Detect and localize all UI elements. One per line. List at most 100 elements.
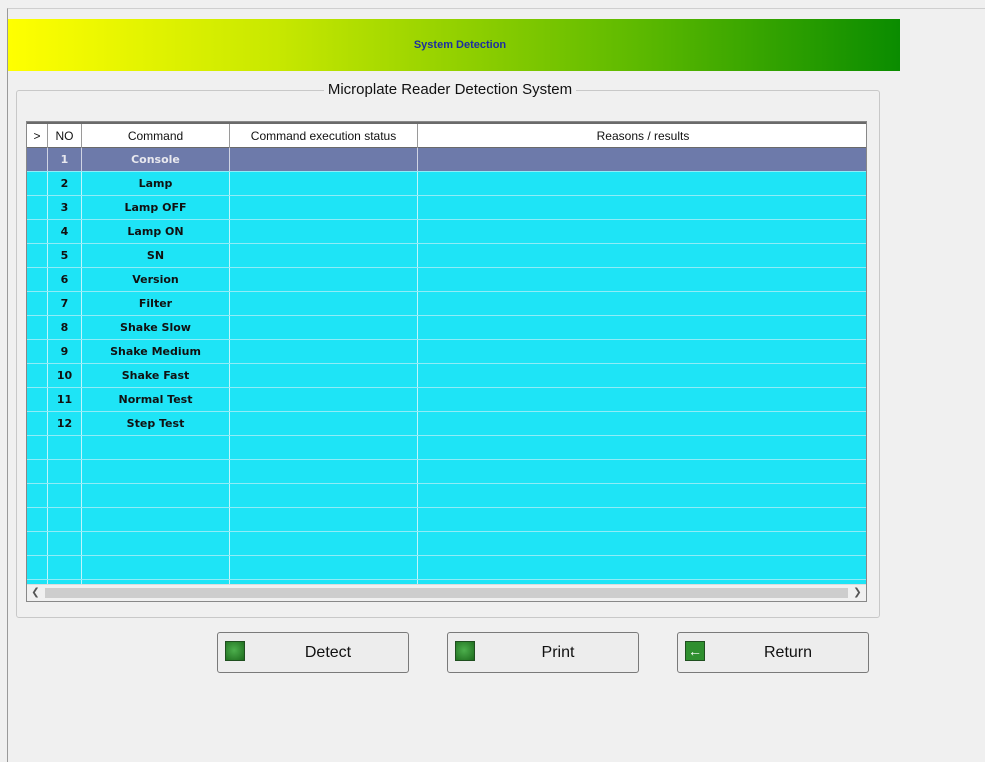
row-indicator[interactable] — [27, 340, 48, 363]
chevron-left-icon[interactable]: ❮ — [27, 585, 44, 601]
row-status[interactable] — [230, 340, 418, 363]
row-indicator[interactable] — [27, 508, 48, 531]
row-no[interactable]: 12 — [48, 412, 82, 435]
row-result[interactable] — [418, 388, 866, 411]
row-command[interactable]: Step Test — [82, 412, 230, 435]
row-no[interactable]: 9 — [48, 340, 82, 363]
table-row[interactable] — [27, 532, 866, 556]
row-indicator[interactable] — [27, 412, 48, 435]
row-status[interactable] — [230, 484, 418, 507]
row-status[interactable] — [230, 532, 418, 555]
row-no[interactable] — [48, 532, 82, 555]
row-result[interactable] — [418, 316, 866, 339]
row-status[interactable] — [230, 556, 418, 579]
table-row[interactable]: 5 SN — [27, 244, 866, 268]
row-indicator[interactable] — [27, 316, 48, 339]
row-no[interactable]: 6 — [48, 268, 82, 291]
row-indicator[interactable] — [27, 220, 48, 243]
row-no[interactable]: 8 — [48, 316, 82, 339]
row-result[interactable] — [418, 460, 866, 483]
detect-button[interactable]: Detect — [217, 632, 409, 673]
row-command[interactable]: Filter — [82, 292, 230, 315]
row-status[interactable] — [230, 316, 418, 339]
row-result[interactable] — [418, 412, 866, 435]
table-row[interactable]: 12 Step Test — [27, 412, 866, 436]
table-row[interactable]: 1 Console — [27, 148, 866, 172]
row-command[interactable]: Lamp ON — [82, 220, 230, 243]
row-indicator[interactable] — [27, 484, 48, 507]
row-result[interactable] — [418, 364, 866, 387]
header-no[interactable]: NO — [48, 124, 82, 148]
row-result[interactable] — [418, 244, 866, 267]
row-no[interactable]: 4 — [48, 220, 82, 243]
row-command[interactable]: Normal Test — [82, 388, 230, 411]
row-no[interactable]: 5 — [48, 244, 82, 267]
row-no[interactable] — [48, 436, 82, 459]
row-status[interactable] — [230, 508, 418, 531]
row-command[interactable]: Lamp — [82, 172, 230, 195]
row-command[interactable]: Shake Slow — [82, 316, 230, 339]
row-command[interactable]: Version — [82, 268, 230, 291]
table-row[interactable]: 11 Normal Test — [27, 388, 866, 412]
header-status[interactable]: Command execution status — [230, 124, 418, 148]
row-status[interactable] — [230, 148, 418, 171]
row-indicator[interactable] — [27, 388, 48, 411]
table-row[interactable]: 6 Version — [27, 268, 866, 292]
row-command[interactable]: SN — [82, 244, 230, 267]
table-row[interactable]: 9 Shake Medium — [27, 340, 866, 364]
command-grid[interactable]: > NO Command Command execution status Re… — [26, 121, 867, 602]
scrollbar-thumb[interactable] — [45, 588, 848, 598]
row-command[interactable] — [82, 484, 230, 507]
row-no[interactable]: 3 — [48, 196, 82, 219]
header-results[interactable]: Reasons / results — [418, 124, 866, 148]
table-row[interactable]: 2 Lamp — [27, 172, 866, 196]
row-command[interactable] — [82, 532, 230, 555]
row-indicator[interactable] — [27, 172, 48, 195]
print-button[interactable]: Print — [447, 632, 639, 673]
horizontal-scrollbar[interactable]: ❮ ❯ — [27, 584, 866, 601]
row-command[interactable] — [82, 460, 230, 483]
row-status[interactable] — [230, 364, 418, 387]
chevron-right-icon[interactable]: ❯ — [849, 585, 866, 601]
row-result[interactable] — [418, 292, 866, 315]
row-indicator[interactable] — [27, 244, 48, 267]
row-indicator[interactable] — [27, 364, 48, 387]
row-status[interactable] — [230, 268, 418, 291]
table-row[interactable]: 7 Filter — [27, 292, 866, 316]
row-indicator[interactable] — [27, 148, 48, 171]
row-result[interactable] — [418, 508, 866, 531]
table-row[interactable]: 10 Shake Fast — [27, 364, 866, 388]
row-indicator[interactable] — [27, 532, 48, 555]
row-result[interactable] — [418, 148, 866, 171]
row-no[interactable]: 10 — [48, 364, 82, 387]
row-result[interactable] — [418, 556, 866, 579]
row-result[interactable] — [418, 532, 866, 555]
row-status[interactable] — [230, 292, 418, 315]
row-no[interactable]: 11 — [48, 388, 82, 411]
table-row[interactable]: 8 Shake Slow — [27, 316, 866, 340]
table-row[interactable] — [27, 556, 866, 580]
row-result[interactable] — [418, 340, 866, 363]
row-no[interactable] — [48, 484, 82, 507]
table-row[interactable] — [27, 460, 866, 484]
row-no[interactable] — [48, 508, 82, 531]
table-row[interactable] — [27, 436, 866, 460]
row-command[interactable]: Shake Fast — [82, 364, 230, 387]
row-status[interactable] — [230, 412, 418, 435]
row-status[interactable] — [230, 460, 418, 483]
row-command[interactable]: Shake Medium — [82, 340, 230, 363]
table-row[interactable] — [27, 508, 866, 532]
row-indicator[interactable] — [27, 436, 48, 459]
row-indicator[interactable] — [27, 460, 48, 483]
row-indicator[interactable] — [27, 196, 48, 219]
row-status[interactable] — [230, 388, 418, 411]
return-button[interactable]: ← Return — [677, 632, 869, 673]
row-indicator[interactable] — [27, 268, 48, 291]
row-result[interactable] — [418, 484, 866, 507]
row-command[interactable] — [82, 436, 230, 459]
table-row[interactable]: 3 Lamp OFF — [27, 196, 866, 220]
row-result[interactable] — [418, 196, 866, 219]
row-indicator[interactable] — [27, 556, 48, 579]
row-command[interactable] — [82, 556, 230, 579]
table-row[interactable] — [27, 484, 866, 508]
